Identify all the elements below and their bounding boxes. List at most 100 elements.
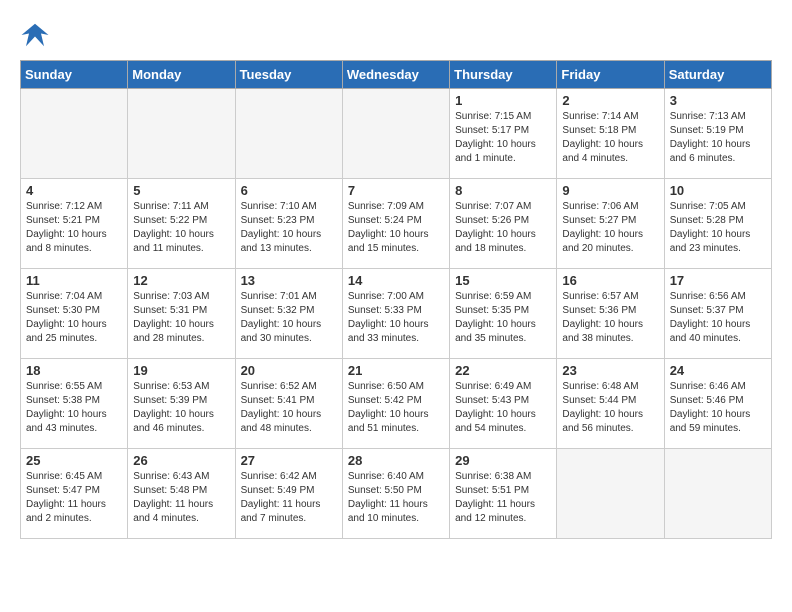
weekday-header: Wednesday	[342, 61, 449, 89]
calendar-cell: 26 Sunrise: 6:43 AMSunset: 5:48 PMDayligh…	[128, 449, 235, 539]
weekday-header: Saturday	[664, 61, 771, 89]
day-number: 29	[455, 453, 551, 468]
weekday-header: Friday	[557, 61, 664, 89]
day-number: 18	[26, 363, 122, 378]
calendar-cell	[235, 89, 342, 179]
calendar-cell: 12 Sunrise: 7:03 AMSunset: 5:31 PMDayligh…	[128, 269, 235, 359]
day-number: 24	[670, 363, 766, 378]
day-detail: Sunrise: 6:46 AMSunset: 5:46 PMDaylight:…	[670, 380, 766, 436]
day-detail: Sunrise: 7:05 AMSunset: 5:28 PMDaylight:…	[670, 200, 766, 256]
calendar-cell: 23Sunrise: 6:48 AMSunset: 5:44 PMDayligh…	[557, 359, 664, 449]
day-number: 15	[455, 273, 551, 288]
day-detail: Sunrise: 7:07 AMSunset: 5:26 PMDaylight:…	[455, 200, 551, 256]
calendar-cell: 22Sunrise: 6:49 AMSunset: 5:43 PMDayligh…	[450, 359, 557, 449]
weekday-header-row: SundayMondayTuesdayWednesdayThursdayFrid…	[21, 61, 772, 89]
day-detail: Sunrise: 7:10 AMSunset: 5:23 PMDaylight:…	[241, 200, 337, 256]
calendar-week-row: 18 Sunrise: 6:55 AMSunset: 5:38 PMDayligh…	[21, 359, 772, 449]
day-number: 5	[133, 183, 229, 198]
day-number: 7	[348, 183, 444, 198]
day-detail: Sunrise: 7:15 AMSunset: 5:17 PMDaylight:…	[455, 110, 551, 166]
day-number: 11	[26, 273, 122, 288]
logo	[20, 20, 54, 50]
day-detail: Sunrise: 6:43 AMSunset: 5:48 PMDaylight:…	[133, 470, 229, 526]
calendar-table: SundayMondayTuesdayWednesdayThursdayFrid…	[20, 60, 772, 539]
day-detail: Sunrise: 7:00 AMSunset: 5:33 PMDaylight:…	[348, 290, 444, 346]
calendar-cell	[664, 449, 771, 539]
calendar-cell: 17 Sunrise: 6:56 AMSunset: 5:37 PMDayligh…	[664, 269, 771, 359]
day-detail: Sunrise: 6:57 AMSunset: 5:36 PMDaylight:…	[562, 290, 658, 346]
day-number: 27	[241, 453, 337, 468]
calendar-week-row: 25Sunrise: 6:45 AMSunset: 5:47 PMDayligh…	[21, 449, 772, 539]
day-detail: Sunrise: 6:50 AMSunset: 5:42 PMDaylight:…	[348, 380, 444, 436]
day-detail: Sunrise: 7:13 AMSunset: 5:19 PMDaylight:…	[670, 110, 766, 166]
calendar-cell: 10 Sunrise: 7:05 AMSunset: 5:28 PMDayligh…	[664, 179, 771, 269]
calendar-cell	[21, 89, 128, 179]
calendar-week-row: 4 Sunrise: 7:12 AMSunset: 5:21 PMDaylight…	[21, 179, 772, 269]
day-number: 12	[133, 273, 229, 288]
day-number: 26	[133, 453, 229, 468]
day-number: 9	[562, 183, 658, 198]
calendar-cell	[342, 89, 449, 179]
day-number: 13	[241, 273, 337, 288]
logo-icon	[20, 20, 50, 50]
calendar-cell: 11Sunrise: 7:04 AMSunset: 5:30 PMDayligh…	[21, 269, 128, 359]
day-number: 23	[562, 363, 658, 378]
day-number: 1	[455, 93, 551, 108]
calendar-cell: 2 Sunrise: 7:14 AMSunset: 5:18 PMDaylight…	[557, 89, 664, 179]
calendar-cell: 27 Sunrise: 6:42 AMSunset: 5:49 PMDayligh…	[235, 449, 342, 539]
day-number: 10	[670, 183, 766, 198]
calendar-cell: 13 Sunrise: 7:01 AMSunset: 5:32 PMDayligh…	[235, 269, 342, 359]
calendar-cell: 18 Sunrise: 6:55 AMSunset: 5:38 PMDayligh…	[21, 359, 128, 449]
day-detail: Sunrise: 7:12 AMSunset: 5:21 PMDaylight:…	[26, 200, 122, 256]
calendar-cell: 15 Sunrise: 6:59 AMSunset: 5:35 PMDayligh…	[450, 269, 557, 359]
day-detail: Sunrise: 6:59 AMSunset: 5:35 PMDaylight:…	[455, 290, 551, 346]
calendar-cell: 19 Sunrise: 6:53 AMSunset: 5:39 PMDayligh…	[128, 359, 235, 449]
day-detail: Sunrise: 6:45 AMSunset: 5:47 PMDaylight:…	[26, 470, 122, 526]
weekday-header: Sunday	[21, 61, 128, 89]
day-number: 8	[455, 183, 551, 198]
calendar-cell	[128, 89, 235, 179]
day-number: 28	[348, 453, 444, 468]
calendar-cell: 20 Sunrise: 6:52 AMSunset: 5:41 PMDayligh…	[235, 359, 342, 449]
calendar-cell: 14 Sunrise: 7:00 AMSunset: 5:33 PMDayligh…	[342, 269, 449, 359]
day-detail: Sunrise: 6:53 AMSunset: 5:39 PMDaylight:…	[133, 380, 229, 436]
calendar-cell: 4 Sunrise: 7:12 AMSunset: 5:21 PMDaylight…	[21, 179, 128, 269]
day-number: 4	[26, 183, 122, 198]
calendar-cell: 8 Sunrise: 7:07 AMSunset: 5:26 PMDaylight…	[450, 179, 557, 269]
calendar-cell: 3 Sunrise: 7:13 AMSunset: 5:19 PMDaylight…	[664, 89, 771, 179]
calendar-cell: 6 Sunrise: 7:10 AMSunset: 5:23 PMDaylight…	[235, 179, 342, 269]
day-detail: Sunrise: 6:52 AMSunset: 5:41 PMDaylight:…	[241, 380, 337, 436]
calendar-week-row: 1 Sunrise: 7:15 AMSunset: 5:17 PMDaylight…	[21, 89, 772, 179]
calendar-cell: 29 Sunrise: 6:38 AMSunset: 5:51 PMDayligh…	[450, 449, 557, 539]
day-detail: Sunrise: 6:38 AMSunset: 5:51 PMDaylight:…	[455, 470, 551, 526]
weekday-header: Monday	[128, 61, 235, 89]
calendar-cell	[557, 449, 664, 539]
calendar-cell: 25Sunrise: 6:45 AMSunset: 5:47 PMDayligh…	[21, 449, 128, 539]
weekday-header: Thursday	[450, 61, 557, 89]
day-number: 17	[670, 273, 766, 288]
calendar-cell: 24 Sunrise: 6:46 AMSunset: 5:46 PMDayligh…	[664, 359, 771, 449]
day-detail: Sunrise: 6:55 AMSunset: 5:38 PMDaylight:…	[26, 380, 122, 436]
day-number: 2	[562, 93, 658, 108]
day-detail: Sunrise: 7:11 AMSunset: 5:22 PMDaylight:…	[133, 200, 229, 256]
day-detail: Sunrise: 7:03 AMSunset: 5:31 PMDaylight:…	[133, 290, 229, 346]
day-number: 20	[241, 363, 337, 378]
day-number: 16	[562, 273, 658, 288]
day-detail: Sunrise: 6:40 AMSunset: 5:50 PMDaylight:…	[348, 470, 444, 526]
header	[20, 20, 772, 50]
day-number: 21	[348, 363, 444, 378]
calendar-cell: 1 Sunrise: 7:15 AMSunset: 5:17 PMDaylight…	[450, 89, 557, 179]
day-detail: Sunrise: 7:14 AMSunset: 5:18 PMDaylight:…	[562, 110, 658, 166]
day-detail: Sunrise: 7:01 AMSunset: 5:32 PMDaylight:…	[241, 290, 337, 346]
calendar-cell: 21 Sunrise: 6:50 AMSunset: 5:42 PMDayligh…	[342, 359, 449, 449]
day-number: 14	[348, 273, 444, 288]
calendar-cell: 9Sunrise: 7:06 AMSunset: 5:27 PMDaylight…	[557, 179, 664, 269]
calendar-cell: 5 Sunrise: 7:11 AMSunset: 5:22 PMDaylight…	[128, 179, 235, 269]
day-number: 19	[133, 363, 229, 378]
day-number: 6	[241, 183, 337, 198]
day-number: 22	[455, 363, 551, 378]
day-detail: Sunrise: 6:56 AMSunset: 5:37 PMDaylight:…	[670, 290, 766, 346]
day-detail: Sunrise: 6:42 AMSunset: 5:49 PMDaylight:…	[241, 470, 337, 526]
day-detail: Sunrise: 7:09 AMSunset: 5:24 PMDaylight:…	[348, 200, 444, 256]
day-number: 3	[670, 93, 766, 108]
